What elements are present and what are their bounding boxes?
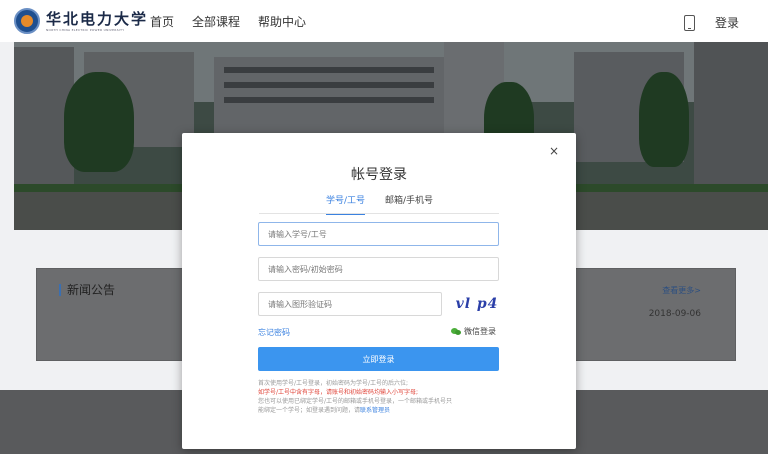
nav-home[interactable]: 首页: [150, 13, 174, 30]
close-icon[interactable]: ×: [549, 144, 559, 158]
university-logo[interactable]: 华北电力大学 NORTH CHINA ELECTRIC POWER UNIVER…: [14, 8, 148, 34]
captcha-image[interactable]: vl p4: [455, 292, 499, 316]
logo-subtitle: NORTH CHINA ELECTRIC POWER UNIVERSITY: [46, 27, 125, 32]
note-warning: 如学号/工号中含有字母，请账号和初始密码均输入小写字母;: [258, 389, 419, 396]
top-bar: 华北电力大学 NORTH CHINA ELECTRIC POWER UNIVER…: [0, 0, 768, 42]
modal-title: 帐号登录: [351, 167, 407, 183]
main-nav: 首页 全部课程 帮助中心: [150, 0, 324, 42]
contact-admin-link[interactable]: 联系管理员: [360, 407, 390, 414]
nav-help-center[interactable]: 帮助中心: [258, 13, 306, 30]
news-date: 2018-09-06: [648, 309, 701, 319]
login-submit-button[interactable]: 立即登录: [258, 347, 499, 371]
tab-email-phone[interactable]: 邮箱/手机号: [385, 194, 433, 208]
university-seal-icon: [14, 8, 40, 34]
login-link[interactable]: 登录: [715, 14, 739, 31]
login-notes: 首次使用学号/工号登录，初始密码为学号/工号的后六位; 如学号/工号中含有字母，…: [258, 379, 503, 415]
note-line: 您也可以使用已绑定学号/工号的邮箱或手机号登录，一个邮箱或手机号只: [258, 398, 453, 405]
news-title: 新闻公告: [59, 284, 115, 296]
forgot-password-link[interactable]: 忘记密码: [258, 327, 290, 338]
student-id-input[interactable]: [258, 222, 499, 246]
password-input[interactable]: [258, 257, 499, 281]
login-tabs: 学号/工号 邮箱/手机号: [259, 194, 499, 215]
logo-text: 华北电力大学 NORTH CHINA ELECTRIC POWER UNIVER…: [46, 9, 149, 32]
news-more-link[interactable]: 查看更多>: [662, 285, 701, 296]
wechat-icon: [451, 327, 461, 336]
captcha-input[interactable]: [258, 292, 442, 316]
logo-name: 华北电力大学: [46, 9, 149, 28]
wechat-login-link[interactable]: 微信登录: [451, 326, 496, 337]
nav-all-courses[interactable]: 全部课程: [192, 13, 240, 30]
mobile-phone-icon[interactable]: [684, 15, 695, 31]
tab-student-id[interactable]: 学号/工号: [326, 194, 366, 215]
note-line: 首次使用学号/工号登录，初始密码为学号/工号的后六位;: [258, 380, 409, 387]
note-text: 能绑定一个学号；如登录遇到问题，请: [258, 407, 361, 414]
wechat-login-label: 微信登录: [464, 327, 496, 336]
note-line: 能绑定一个学号；如登录遇到问题，请联系管理员: [258, 406, 503, 415]
login-modal: × 帐号登录 学号/工号 邮箱/手机号 vl p4 忘记密码 微信登录 立即登录…: [182, 133, 576, 449]
